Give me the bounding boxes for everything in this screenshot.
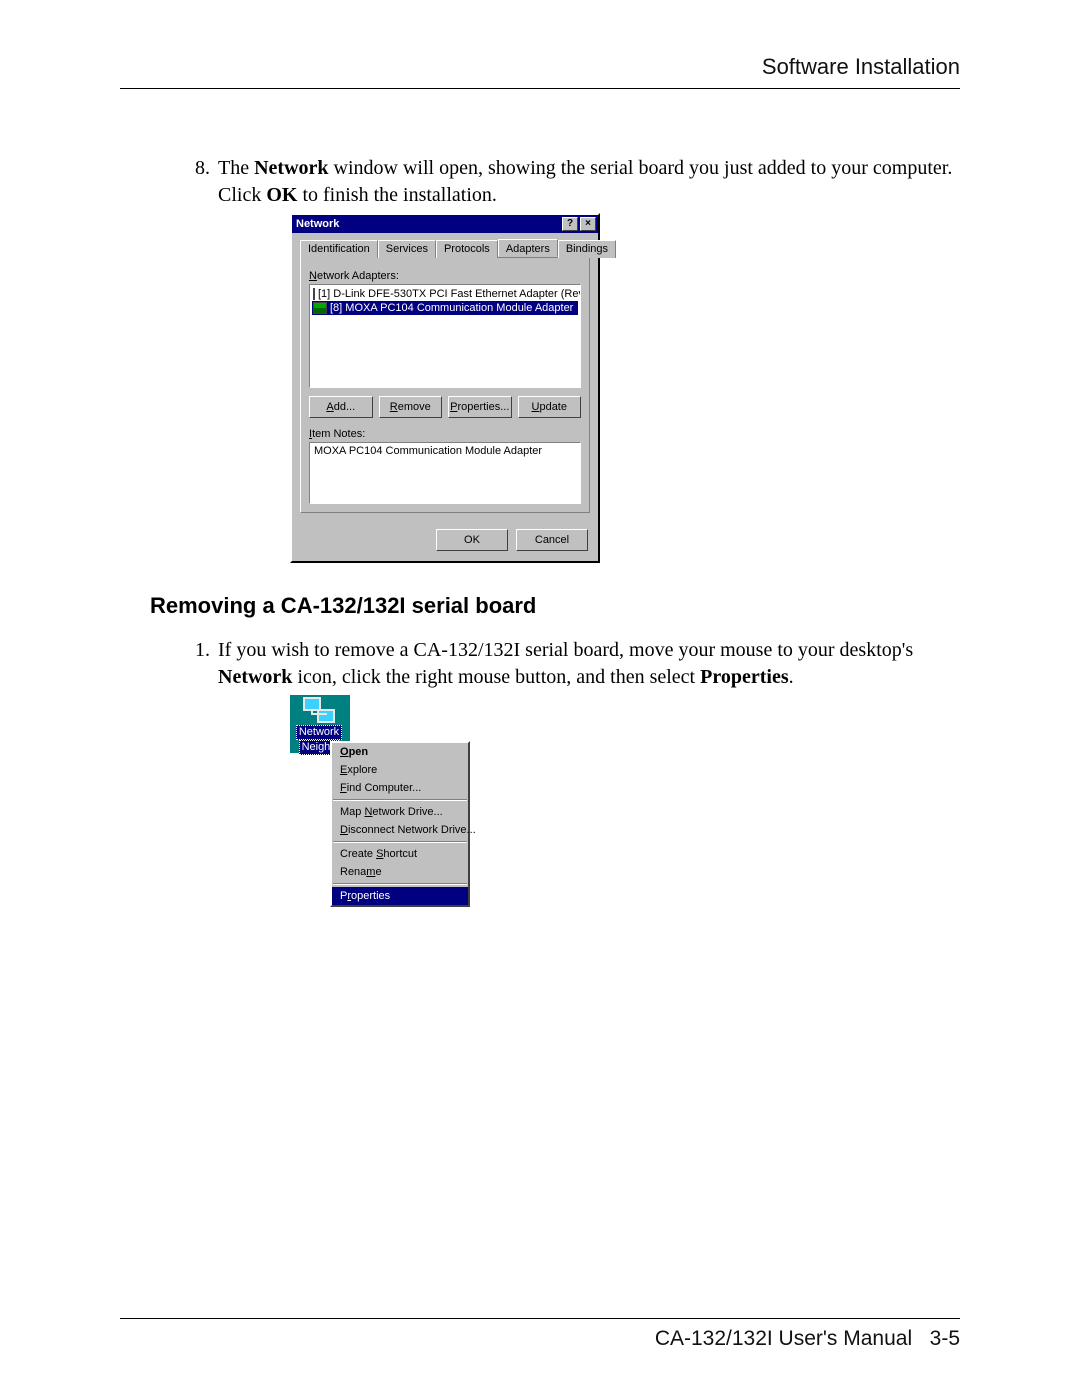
menu-explore[interactable]: Explore [332, 761, 468, 779]
step-8-text-d: OK [266, 184, 297, 206]
context-menu: Open Explore Find Computer... Map Networ… [330, 741, 470, 907]
menu-sep-3 [333, 883, 467, 885]
adapters-listbox[interactable]: [1] D-Link DFE-530TX PCI Fast Ethernet A… [309, 284, 581, 388]
menu-find-computer[interactable]: Find Computer... [332, 779, 468, 797]
tab-strip: Identification Services Protocols Adapte… [300, 239, 590, 258]
page-header: Software Installation [120, 54, 960, 80]
adapter-item-2[interactable]: [8] MOXA PC104 Communication Module Adap… [312, 301, 578, 315]
step-8-text-e: to finish the installation. [297, 184, 496, 206]
step-8-text-b: Network [254, 157, 328, 179]
menu-create-shortcut[interactable]: Create Shortcut [332, 845, 468, 863]
close-button[interactable]: × [580, 217, 596, 231]
cancel-button[interactable]: Cancel [516, 529, 588, 551]
step-8: 8. The Network window will open, showing… [190, 155, 960, 209]
footer-manual: CA-132/132I User's Manual [655, 1327, 912, 1350]
item-notes-box: MOXA PC104 Communication Module Adapter [309, 442, 581, 504]
menu-sep-1 [333, 799, 467, 801]
item-notes-text: MOXA PC104 Communication Module Adapter [314, 445, 542, 457]
properties-button[interactable]: Properties... [448, 396, 512, 418]
help-button[interactable]: ? [562, 217, 578, 231]
titlebar[interactable]: Network ? × [292, 215, 598, 233]
step-1-text-b: Network [218, 666, 292, 688]
adapter-item-1[interactable]: [1] D-Link DFE-530TX PCI Fast Ethernet A… [312, 287, 578, 301]
section-heading: Removing a CA-132/132I serial board [150, 593, 960, 619]
footer-rule [120, 1318, 960, 1319]
step-8-text-a: The [218, 157, 254, 179]
remove-button[interactable]: Remove [379, 396, 443, 418]
menu-rename[interactable]: Rename [332, 863, 468, 881]
network-dialog: Network ? × Identification Services Prot… [290, 213, 600, 563]
menu-sep-2 [333, 841, 467, 843]
header-rule [120, 88, 960, 89]
menu-open[interactable]: Open [332, 743, 468, 761]
nic-icon [313, 302, 327, 314]
adapters-label-accel: N [309, 270, 317, 282]
nic-icon [313, 288, 315, 300]
step-1-text-a: If you wish to remove a CA-132/132I seri… [218, 639, 913, 661]
step-1-text-e: . [789, 666, 794, 688]
menu-map-drive[interactable]: Map Network Drive... [332, 803, 468, 821]
footer: CA-132/132I User's Manual 3-5 [0, 1327, 1080, 1351]
computers-icon [303, 695, 335, 723]
adapters-pane: Network Adapters: [1] D-Link DFE-530TX P… [300, 258, 590, 513]
step-1-number: 1. [190, 637, 218, 664]
tab-adapters[interactable]: Adapters [498, 239, 558, 257]
step-8-text: The Network window will open, showing th… [218, 155, 960, 209]
step-1-text-d: Properties [700, 666, 789, 688]
tab-protocols[interactable]: Protocols [436, 240, 498, 258]
adapter-item-2-text: [8] MOXA PC104 Communication Module Adap… [330, 302, 573, 314]
step-1-text-c: icon, click the right mouse button, and … [292, 666, 700, 688]
ok-button[interactable]: OK [436, 529, 508, 551]
desktop-screenshot: Network Neighb Open Explore Find Compute… [290, 695, 470, 879]
tab-identification[interactable]: Identification [300, 240, 378, 258]
item-notes-label: Item Notes: [309, 428, 581, 440]
step-1-text: If you wish to remove a CA-132/132I seri… [218, 637, 960, 691]
titlebar-title: Network [294, 218, 560, 230]
menu-properties[interactable]: Properties [332, 887, 468, 905]
menu-disconnect-drive[interactable]: Disconnect Network Drive... [332, 821, 468, 839]
desktop-icon-label1: Network [296, 725, 342, 740]
tab-bindings[interactable]: Bindings [558, 240, 616, 258]
adapters-label: Network Adapters: [309, 270, 581, 282]
step-8-number: 8. [190, 155, 218, 182]
step-1: 1. If you wish to remove a CA-132/132I s… [190, 637, 960, 691]
adapter-item-1-text: [1] D-Link DFE-530TX PCI Fast Ethernet A… [318, 288, 581, 300]
add-button[interactable]: Add... [309, 396, 373, 418]
adapters-label-rest: etwork Adapters: [317, 270, 399, 282]
tab-services[interactable]: Services [378, 240, 436, 258]
update-button[interactable]: Update [518, 396, 582, 418]
footer-pagecode: 3-5 [930, 1327, 960, 1350]
